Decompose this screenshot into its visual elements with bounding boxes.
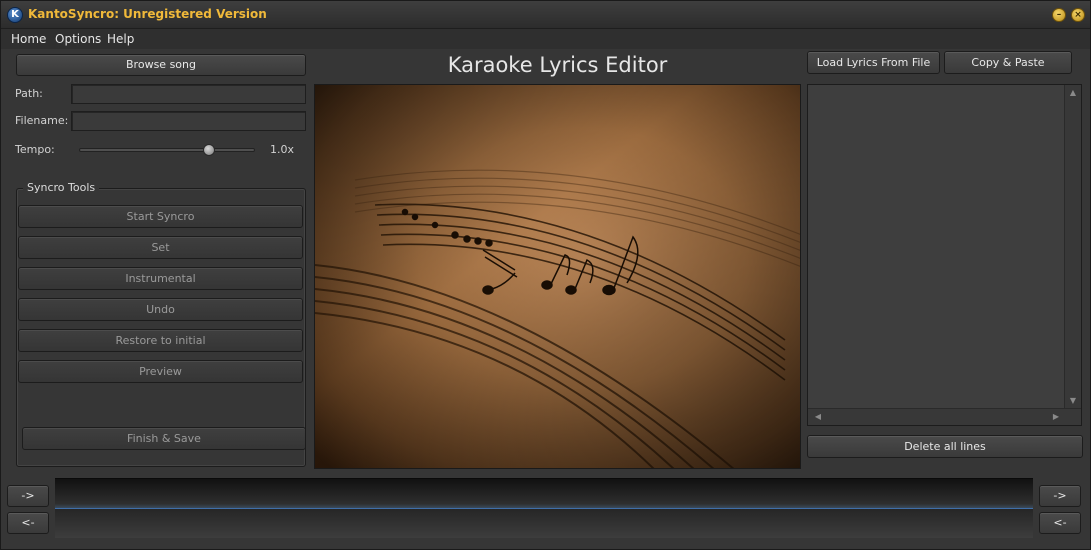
menu-home[interactable]: Home bbox=[11, 32, 46, 46]
scroll-up-icon[interactable]: ▲ bbox=[1065, 85, 1081, 101]
timeline-back-left-button[interactable]: <- bbox=[7, 512, 49, 534]
syncro-tools-title: Syncro Tools bbox=[23, 181, 100, 194]
instrumental-button[interactable]: Instrumental bbox=[18, 267, 303, 290]
preview-button[interactable]: Preview bbox=[18, 360, 303, 383]
menu-options[interactable]: Options bbox=[55, 32, 101, 46]
sheet-music-image bbox=[314, 84, 801, 469]
minimize-button[interactable]: – bbox=[1052, 8, 1066, 22]
timeline-forward-right-button[interactable]: -> bbox=[1039, 485, 1081, 507]
start-syncro-button[interactable]: Start Syncro bbox=[18, 205, 303, 228]
set-button[interactable]: Set bbox=[18, 236, 303, 259]
restore-initial-button[interactable]: Restore to initial bbox=[18, 329, 303, 352]
copy-paste-button[interactable]: Copy & Paste bbox=[944, 51, 1072, 74]
sheet-music-illustration bbox=[315, 85, 800, 468]
syncro-tools-group bbox=[16, 188, 306, 467]
delete-all-lines-button[interactable]: Delete all lines bbox=[807, 435, 1083, 458]
tempo-slider-track[interactable] bbox=[79, 148, 255, 152]
window-title: KantoSyncro: Unregistered Version bbox=[28, 7, 267, 21]
scroll-down-icon[interactable]: ▼ bbox=[1065, 393, 1081, 409]
menu-bar: Home Options Help bbox=[1, 29, 1090, 49]
vertical-scrollbar[interactable]: ▲ ▼ bbox=[1064, 85, 1081, 409]
filename-field[interactable] bbox=[71, 111, 306, 131]
filename-label: Filename: bbox=[15, 114, 69, 127]
load-lyrics-button[interactable]: Load Lyrics From File bbox=[807, 51, 940, 74]
undo-button[interactable]: Undo bbox=[18, 298, 303, 321]
path-field[interactable] bbox=[71, 84, 306, 104]
horizontal-scrollbar[interactable]: ◀ ▶ bbox=[808, 408, 1081, 425]
lyrics-list[interactable]: ▲ ▼ ◀ ▶ bbox=[807, 84, 1082, 426]
app-window: K KantoSyncro: Unregistered Version – × … bbox=[0, 0, 1091, 550]
title-bar[interactable]: K KantoSyncro: Unregistered Version – × bbox=[1, 1, 1090, 29]
timeline-forward-left-button[interactable]: -> bbox=[7, 485, 49, 507]
timeline-back-right-button[interactable]: <- bbox=[1039, 512, 1081, 534]
app-logo-icon: K bbox=[7, 7, 23, 23]
scroll-right-icon[interactable]: ▶ bbox=[1048, 409, 1064, 425]
tempo-slider-thumb[interactable] bbox=[203, 144, 216, 156]
tempo-label: Tempo: bbox=[15, 143, 55, 156]
menu-help[interactable]: Help bbox=[107, 32, 134, 46]
path-label: Path: bbox=[15, 87, 43, 100]
page-title: Karaoke Lyrics Editor bbox=[447, 53, 668, 77]
timeline-track-top[interactable] bbox=[55, 478, 1033, 508]
browse-song-button[interactable]: Browse song bbox=[16, 54, 306, 76]
scroll-left-icon[interactable]: ◀ bbox=[810, 409, 826, 425]
finish-save-button[interactable]: Finish & Save bbox=[22, 427, 306, 450]
timeline-track-bottom[interactable] bbox=[55, 508, 1033, 538]
close-button[interactable]: × bbox=[1071, 8, 1085, 22]
tempo-value: 1.0x bbox=[270, 143, 295, 156]
